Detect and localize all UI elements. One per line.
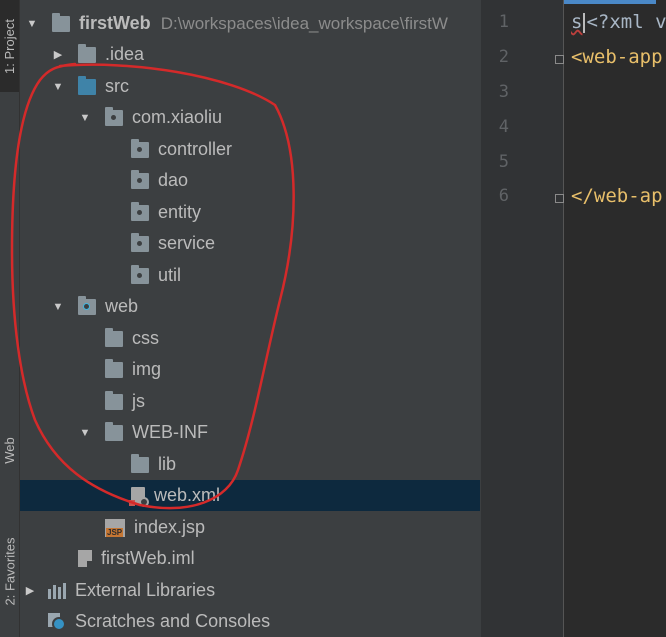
tree-item-src[interactable]: ▼ src: [20, 71, 480, 102]
tree-item-entity[interactable]: entity: [20, 197, 480, 228]
line-number: 4: [498, 117, 509, 137]
project-tool-tab-label: 1: Project: [2, 18, 18, 74]
tree-item-label: web.xml: [154, 485, 221, 505]
tree-item-label: firstWeb: [79, 13, 151, 33]
package-icon: [105, 106, 123, 126]
project-tree: ▼ firstWeb D:\workspaces\idea_workspace\…: [20, 0, 480, 637]
expand-arrow-icon[interactable]: ▼: [26, 18, 38, 30]
tree-item-root[interactable]: ▼ firstWeb D:\workspaces\idea_workspace\…: [20, 8, 480, 39]
tool-window-strip: 1: Project Web 2: Favorites: [0, 0, 20, 637]
code-text: <?xml v: [586, 11, 666, 33]
folder-icon: [105, 327, 123, 347]
fold-marker-icon[interactable]: [555, 194, 564, 203]
tree-item-scratches[interactable]: Scratches and Consoles: [20, 606, 480, 637]
code-text: <web-app: [571, 46, 663, 68]
folder-icon: [131, 453, 149, 473]
line-number: 1: [498, 12, 509, 32]
tree-item-label: css: [132, 328, 159, 348]
typo-char: s: [571, 11, 583, 33]
libraries-icon: [48, 582, 66, 599]
jsp-badge: JSP: [106, 527, 124, 537]
tree-item-indexjsp[interactable]: JSP index.jsp: [20, 512, 480, 543]
tree-item-label: js: [132, 391, 145, 411]
tree-item-webxml[interactable]: web.xml: [20, 480, 480, 511]
package-icon: [131, 201, 149, 221]
tree-item-path: D:\workspaces\idea_workspace\firstW: [160, 13, 448, 33]
tree-item-controller[interactable]: controller: [20, 134, 480, 165]
tree-item-web[interactable]: ▼ web: [20, 291, 480, 322]
tree-item-util[interactable]: util: [20, 260, 480, 291]
web-tool-tab[interactable]: Web: [0, 410, 19, 490]
expand-arrow-icon[interactable]: ▼: [52, 301, 64, 313]
tree-item-label: service: [158, 233, 216, 253]
fold-marker-icon[interactable]: [555, 55, 564, 64]
code-line-2[interactable]: <web-app: [571, 46, 663, 68]
xml-file-icon: [129, 487, 149, 507]
module-folder-icon: [52, 12, 70, 32]
tree-item-label: entity: [158, 202, 202, 222]
tree-item-idea[interactable]: ▶ .idea: [20, 39, 480, 70]
code-text: </web-ap: [571, 185, 663, 207]
web-folder-icon: [78, 295, 96, 315]
scratches-icon: [48, 612, 66, 631]
expand-arrow-icon[interactable]: ▼: [79, 427, 91, 439]
tree-item-label: External Libraries: [75, 580, 216, 600]
code-line-1[interactable]: s <?xml v: [571, 11, 666, 33]
line-number: 5: [498, 152, 509, 172]
favorites-tool-tab-label: 2: Favorites: [2, 537, 18, 605]
tree-item-label: com.xiaoliu: [132, 107, 223, 127]
package-icon: [131, 138, 149, 158]
folder-icon: [78, 43, 96, 63]
source-folder-icon: [78, 75, 96, 95]
package-icon: [131, 169, 149, 189]
expand-arrow-icon[interactable]: ▼: [79, 112, 91, 124]
tree-item-label: controller: [158, 139, 233, 159]
package-icon: [131, 232, 149, 252]
tree-item-label: src: [105, 76, 129, 96]
favorites-tool-tab[interactable]: 2: Favorites: [0, 505, 19, 637]
web-tool-tab-label: Web: [2, 436, 17, 464]
jsp-file-icon: JSP: [105, 518, 125, 537]
tree-item-lib[interactable]: lib: [20, 449, 480, 480]
folder-icon: [105, 358, 123, 378]
tree-item-webinf[interactable]: ▼ WEB-INF: [20, 417, 480, 448]
tree-item-label: Scratches and Consoles: [75, 611, 271, 631]
expand-arrow-icon[interactable]: ▼: [52, 81, 64, 93]
tree-item-js[interactable]: js: [20, 386, 480, 417]
tree-item-label: firstWeb.iml: [101, 548, 195, 568]
tree-item-external-libraries[interactable]: ▶ External Libraries: [20, 575, 480, 606]
tree-item-service[interactable]: service: [20, 228, 480, 259]
editor-gutter: 1 2 3 4 5 6: [481, 0, 564, 637]
line-number: 6: [498, 186, 509, 206]
tree-item-label: web: [105, 296, 139, 316]
tree-item-label: img: [132, 359, 162, 379]
tree-item-label: util: [158, 265, 182, 285]
collapse-arrow-icon[interactable]: ▶: [52, 49, 64, 61]
package-icon: [131, 264, 149, 284]
code-line-6[interactable]: </web-ap: [571, 185, 663, 207]
tree-item-label: lib: [158, 454, 177, 474]
folder-icon: [105, 390, 123, 410]
code-editor[interactable]: 1 2 3 4 5 6 s <?xml v <web-app </web-ap: [481, 0, 666, 637]
tree-item-label: dao: [158, 170, 189, 190]
line-number: 3: [498, 82, 509, 102]
tree-item-label: WEB-INF: [132, 422, 208, 442]
tree-item-iml[interactable]: firstWeb.iml: [20, 543, 480, 574]
line-number: 2: [498, 47, 509, 67]
module-file-icon: [78, 550, 95, 569]
tree-item-img[interactable]: img: [20, 354, 480, 385]
tree-item-dao[interactable]: dao: [20, 165, 480, 196]
folder-icon: [105, 421, 123, 441]
tree-item-label: index.jsp: [134, 517, 206, 537]
tree-item-package[interactable]: ▼ com.xiaoliu: [20, 102, 480, 133]
tree-item-css[interactable]: css: [20, 323, 480, 354]
collapse-arrow-icon[interactable]: ▶: [24, 585, 36, 597]
tree-item-label: .idea: [105, 44, 145, 64]
project-tool-tab[interactable]: 1: Project: [0, 0, 19, 92]
